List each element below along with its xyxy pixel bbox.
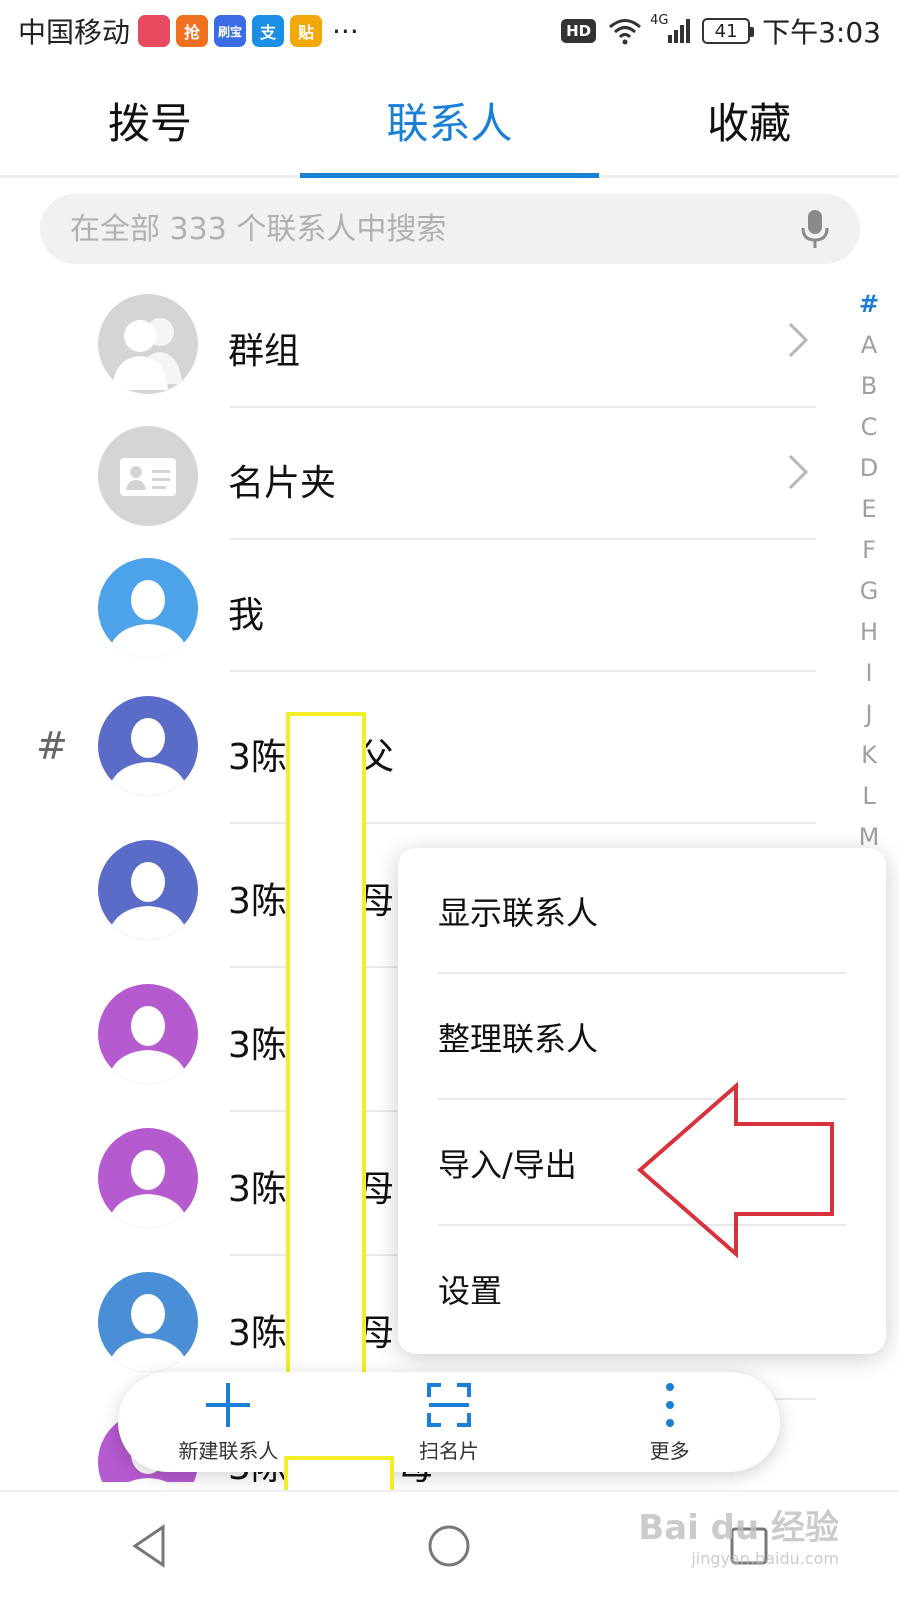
index-letter[interactable]: F xyxy=(851,530,887,571)
tab-bar: 拨号 联系人 收藏 xyxy=(0,66,899,178)
person-avatar-icon xyxy=(98,558,198,658)
index-letter[interactable]: B xyxy=(851,366,887,407)
carrier-name: 中国移动 xyxy=(18,16,131,49)
list-item-card-holder[interactable]: 名片夹 xyxy=(0,410,830,540)
clock: 下午3:03 xyxy=(762,16,881,49)
index-letter[interactable]: D xyxy=(851,448,887,489)
watermark-brand: Bai du 经验 xyxy=(638,1508,839,1548)
index-letter[interactable]: L xyxy=(851,776,887,817)
menu-item-label: 整理联系人 xyxy=(438,1020,599,1058)
bottom-action-bar: 新建联系人 扫名片 更多 xyxy=(118,1372,780,1472)
menu-item-label: 导入/导出 xyxy=(438,1146,577,1184)
section-header: # xyxy=(36,724,68,768)
more-vertical-icon xyxy=(665,1382,674,1427)
more-notifications-icon: ··· xyxy=(332,14,359,48)
app-badge-icon xyxy=(138,15,171,47)
home-button[interactable] xyxy=(404,1506,494,1586)
tab-contacts[interactable]: 联系人 xyxy=(299,66,600,178)
home-circle-icon xyxy=(428,1525,470,1567)
list-item-me[interactable]: 我 xyxy=(0,542,830,672)
index-letter[interactable]: C xyxy=(851,407,887,448)
index-letter[interactable]: E xyxy=(851,489,887,530)
status-indicators: HD 4G 41 下午3:03 xyxy=(561,11,881,51)
person-avatar-icon xyxy=(98,1128,198,1228)
search-bar xyxy=(40,194,860,264)
battery-icon: 41 xyxy=(702,18,755,44)
person-avatar-icon xyxy=(98,840,198,940)
divider xyxy=(230,406,816,408)
chevron-right-icon xyxy=(788,454,809,490)
action-label: 更多 xyxy=(649,1438,690,1463)
contact-name-prefix: 3陈 xyxy=(228,1025,287,1066)
menu-item-display-contacts[interactable]: 显示联系人 xyxy=(398,848,886,974)
app-badge-icon: 抢 xyxy=(176,15,209,47)
search-input[interactable] xyxy=(70,211,800,247)
hd-icon: HD xyxy=(561,19,597,43)
contact-name-prefix: 3陈 xyxy=(228,1313,287,1354)
chevron-right-icon xyxy=(788,322,809,358)
contact-name-prefix: 3陈 xyxy=(228,1169,287,1210)
app-badge-icon: 刷宝 xyxy=(214,15,247,47)
index-letter[interactable]: A xyxy=(851,325,887,366)
contact-name-prefix: 3陈 xyxy=(228,737,287,778)
tab-favorites[interactable]: 收藏 xyxy=(599,66,899,175)
wifi-icon xyxy=(609,19,642,45)
index-letter[interactable]: G xyxy=(851,571,887,612)
more-button[interactable]: 更多 xyxy=(559,1372,780,1472)
list-item-groups[interactable]: 群组 xyxy=(0,278,830,408)
index-letter[interactable]: K xyxy=(851,735,887,776)
network-type: 4G xyxy=(650,13,669,28)
index-letter[interactable]: J xyxy=(851,694,887,735)
tab-dialer[interactable]: 拨号 xyxy=(0,66,300,175)
group-avatar-icon xyxy=(98,294,198,394)
list-item-label: 名片夹 xyxy=(228,463,337,504)
business-card-icon xyxy=(98,426,198,526)
microphone-icon[interactable] xyxy=(800,208,830,250)
list-item-label: 群组 xyxy=(228,331,301,372)
scan-icon xyxy=(427,1382,471,1427)
app-badge-icon: 支 xyxy=(252,15,285,47)
contact-name-prefix: 3陈 xyxy=(228,881,287,922)
index-letter[interactable]: H xyxy=(851,612,887,653)
action-label: 新建联系人 xyxy=(178,1438,279,1463)
notification-badges: 抢 刷宝 支 贴 xyxy=(138,15,323,47)
app-badge-icon: 贴 xyxy=(290,15,323,47)
person-avatar-icon xyxy=(98,984,198,1084)
redaction-highlight xyxy=(286,712,366,1380)
watermark-url: jingyan.baidu.com xyxy=(691,1549,839,1568)
divider xyxy=(230,538,816,540)
divider xyxy=(230,670,816,672)
person-avatar-icon xyxy=(98,1272,198,1372)
status-bar: 中国移动 抢 刷宝 支 贴 ··· HD 4G 41 下午3:03 xyxy=(0,0,899,62)
back-triangle-icon xyxy=(132,1524,165,1568)
arrow-left-icon xyxy=(636,1081,834,1259)
action-label: 扫名片 xyxy=(419,1438,479,1463)
list-item-label: 我 xyxy=(228,595,265,636)
menu-item-label: 显示联系人 xyxy=(438,894,599,932)
watermark: Bai du 经验 jingyan.baidu.com xyxy=(638,1500,839,1568)
index-letter[interactable]: I xyxy=(851,653,887,694)
index-letter[interactable]: # xyxy=(851,284,887,325)
signal-strength-icon: 4G xyxy=(650,13,691,43)
plus-icon xyxy=(206,1382,251,1427)
contact-row[interactable]: # 3陈 父 xyxy=(0,682,830,824)
person-avatar-icon xyxy=(98,696,198,796)
menu-item-label: 设置 xyxy=(438,1272,503,1310)
back-button[interactable] xyxy=(105,1506,195,1586)
